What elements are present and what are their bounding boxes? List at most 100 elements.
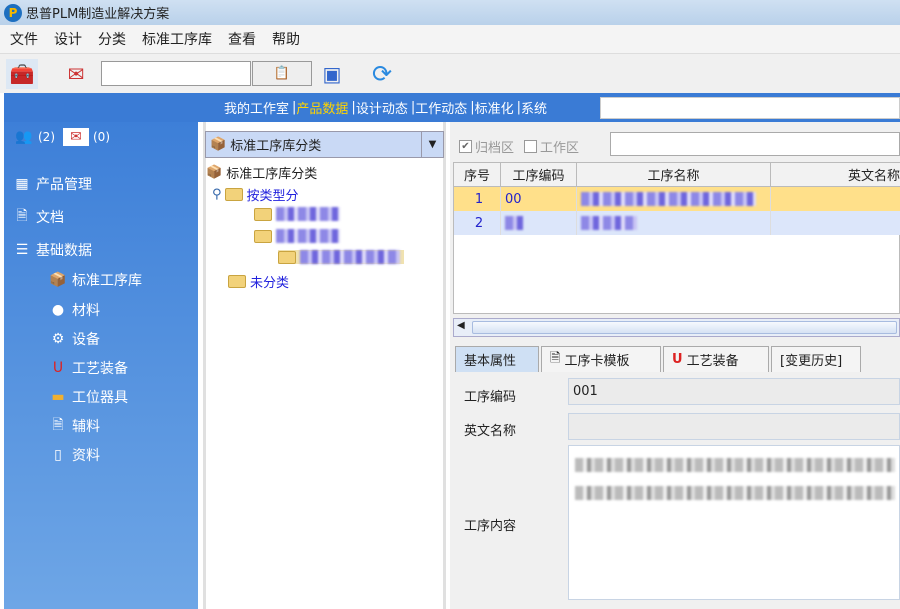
column-header[interactable]: 序号 bbox=[454, 163, 501, 187]
users-count[interactable]: (2) bbox=[38, 130, 55, 144]
window-icon[interactable]: ▣ bbox=[316, 59, 348, 89]
nav-my-studio[interactable]: 我的工作室 bbox=[224, 98, 289, 117]
tree-root[interactable]: 📦 标准工序库分类 bbox=[206, 163, 317, 182]
cell-code: 00 bbox=[501, 187, 577, 211]
menu-standard-process[interactable]: 标准工序库 bbox=[142, 29, 212, 49]
magnet-icon: U bbox=[672, 352, 683, 367]
content-textarea[interactable] bbox=[568, 445, 900, 600]
tool-icon[interactable]: 🧰 bbox=[6, 59, 38, 89]
checkbox-label: 归档区 bbox=[475, 141, 515, 156]
tree-label: 标准工序库分类 bbox=[226, 167, 318, 182]
book-icon: ▯ bbox=[54, 447, 62, 463]
tab-basic-properties[interactable]: 基本属性 bbox=[455, 346, 539, 372]
chevron-down-icon[interactable]: ▼ bbox=[421, 132, 443, 157]
auxiliary-icon: 🗎 bbox=[52, 417, 64, 433]
table-row[interactable]: 2 bbox=[454, 211, 900, 235]
blurred-text bbox=[276, 229, 340, 243]
app-logo-icon: P bbox=[4, 3, 22, 22]
menu-help[interactable]: 帮助 bbox=[272, 29, 300, 49]
tree-node[interactable] bbox=[254, 207, 340, 221]
checkbox-checked-icon: ✔ bbox=[459, 140, 472, 153]
sidebar-label: 工位器具 bbox=[72, 390, 128, 406]
fixture-icon: ▬ bbox=[51, 389, 65, 405]
table-header: 序号 工序编码 工序名称 英文名称 bbox=[454, 163, 900, 187]
sidebar-item-documents[interactable]: 🗎 文档 bbox=[12, 207, 64, 227]
sidebar-item-station-fixtures[interactable]: ▬ 工位器具 bbox=[48, 387, 128, 407]
nav-design-news[interactable]: 设计动态 bbox=[356, 98, 408, 117]
clipboard-button[interactable]: 📋 bbox=[252, 61, 312, 86]
column-header[interactable]: 工序名称 bbox=[577, 163, 771, 187]
users-icon[interactable]: 👥 bbox=[14, 128, 34, 146]
tree-label: 按类型分 bbox=[246, 189, 299, 204]
sidebar-item-basic-data[interactable]: ☰ 基础数据 bbox=[12, 240, 92, 260]
menu-design[interactable]: 设计 bbox=[54, 29, 82, 49]
tree-category-select[interactable]: 📦 标准工序库分类 ▼ bbox=[205, 131, 444, 158]
sidebar-label: 设备 bbox=[72, 332, 100, 348]
workspace-checkbox[interactable]: 工作区 bbox=[524, 137, 579, 156]
folder-icon bbox=[224, 188, 243, 201]
filter-input[interactable] bbox=[610, 132, 900, 156]
process-library-icon: 📦 bbox=[49, 272, 67, 288]
folder-icon bbox=[228, 275, 246, 288]
tree-node-by-type[interactable]: ⚲ 按类型分 bbox=[212, 185, 299, 204]
scroll-thumb[interactable] bbox=[472, 321, 897, 334]
code-field[interactable]: 001 bbox=[568, 378, 900, 405]
tab-change-history[interactable]: [变更历史] bbox=[771, 346, 861, 372]
blurred-text bbox=[505, 216, 523, 230]
sidebar-item-tooling[interactable]: U 工艺装备 bbox=[48, 358, 128, 378]
select-value: 标准工序库分类 bbox=[230, 139, 322, 154]
clipboard-icon: 📋 bbox=[273, 66, 291, 81]
tree-node-selected[interactable] bbox=[278, 250, 404, 264]
tab-label: [变更历史] bbox=[780, 354, 843, 369]
refresh-icon[interactable]: ⟳ bbox=[366, 59, 398, 89]
tab-process-card-template[interactable]: 🗎 工序卡模板 bbox=[541, 346, 661, 372]
table-row[interactable]: 1 00 bbox=[454, 187, 900, 211]
mail-count[interactable]: (0) bbox=[93, 130, 110, 144]
blurred-text bbox=[300, 250, 400, 264]
template-icon: 🗎 bbox=[550, 350, 561, 366]
blurred-text bbox=[575, 458, 895, 472]
tree-node-uncategorized[interactable]: 未分类 bbox=[228, 272, 289, 291]
content-label: 工序内容 bbox=[464, 519, 517, 534]
mail-icon[interactable]: ✉ bbox=[60, 59, 92, 89]
cell-index: 2 bbox=[454, 211, 501, 235]
sidebar-item-standard-process[interactable]: 📦 标准工序库 bbox=[48, 270, 142, 290]
sidebar-item-resources[interactable]: ▯ 资料 bbox=[48, 445, 100, 465]
menu-file[interactable]: 文件 bbox=[10, 29, 38, 49]
nav-system[interactable]: 系统 bbox=[521, 98, 547, 117]
expand-icon[interactable]: ⚲ bbox=[212, 187, 222, 202]
menu-category[interactable]: 分类 bbox=[98, 29, 126, 49]
product-icon: ▦ bbox=[15, 176, 29, 192]
sidebar-item-product-management[interactable]: ▦ 产品管理 bbox=[12, 174, 92, 194]
nav-search-input[interactable] bbox=[600, 97, 900, 119]
process-table: 序号 工序编码 工序名称 英文名称 1 00 2 bbox=[453, 162, 900, 314]
folder-icon bbox=[254, 229, 272, 243]
blurred-text bbox=[276, 207, 340, 221]
archive-checkbox[interactable]: ✔ 归档区 bbox=[459, 137, 514, 156]
title-bar: P 思普PLM制造业解决方案 bbox=[0, 0, 900, 25]
database-icon: ☰ bbox=[15, 242, 29, 258]
magnet-icon: U bbox=[52, 360, 64, 376]
scroll-left-icon[interactable]: ◀ bbox=[457, 320, 465, 331]
tab-label: 工艺装备 bbox=[686, 354, 739, 369]
tree-node[interactable] bbox=[254, 229, 340, 243]
sidebar-item-auxiliary[interactable]: 🗎 辅料 bbox=[48, 416, 100, 436]
mail-icon[interactable]: ✉ bbox=[63, 128, 89, 146]
document-icon: 🗎 bbox=[16, 208, 28, 224]
nav-product-data[interactable]: 产品数据 bbox=[296, 98, 348, 117]
english-name-field[interactable] bbox=[568, 413, 900, 440]
english-name-label: 英文名称 bbox=[464, 424, 517, 439]
column-header[interactable]: 工序编码 bbox=[501, 163, 577, 187]
sidebar-item-materials[interactable]: ● 材料 bbox=[48, 300, 100, 320]
nav-work-news[interactable]: 工作动态 bbox=[415, 98, 467, 117]
tab-tooling[interactable]: U 工艺装备 bbox=[663, 346, 769, 372]
sidebar-label: 材料 bbox=[72, 303, 100, 319]
folder-icon bbox=[278, 250, 296, 264]
nav-standardization[interactable]: 标准化 bbox=[475, 98, 514, 117]
sidebar-label: 辅料 bbox=[72, 419, 100, 435]
column-header[interactable]: 英文名称 bbox=[771, 163, 900, 187]
menu-view[interactable]: 查看 bbox=[228, 29, 256, 49]
sidebar-item-equipment[interactable]: ⚙ 设备 bbox=[48, 329, 100, 349]
horizontal-scrollbar[interactable]: ◀ bbox=[453, 318, 900, 337]
toolbar-search-input[interactable] bbox=[101, 61, 251, 86]
